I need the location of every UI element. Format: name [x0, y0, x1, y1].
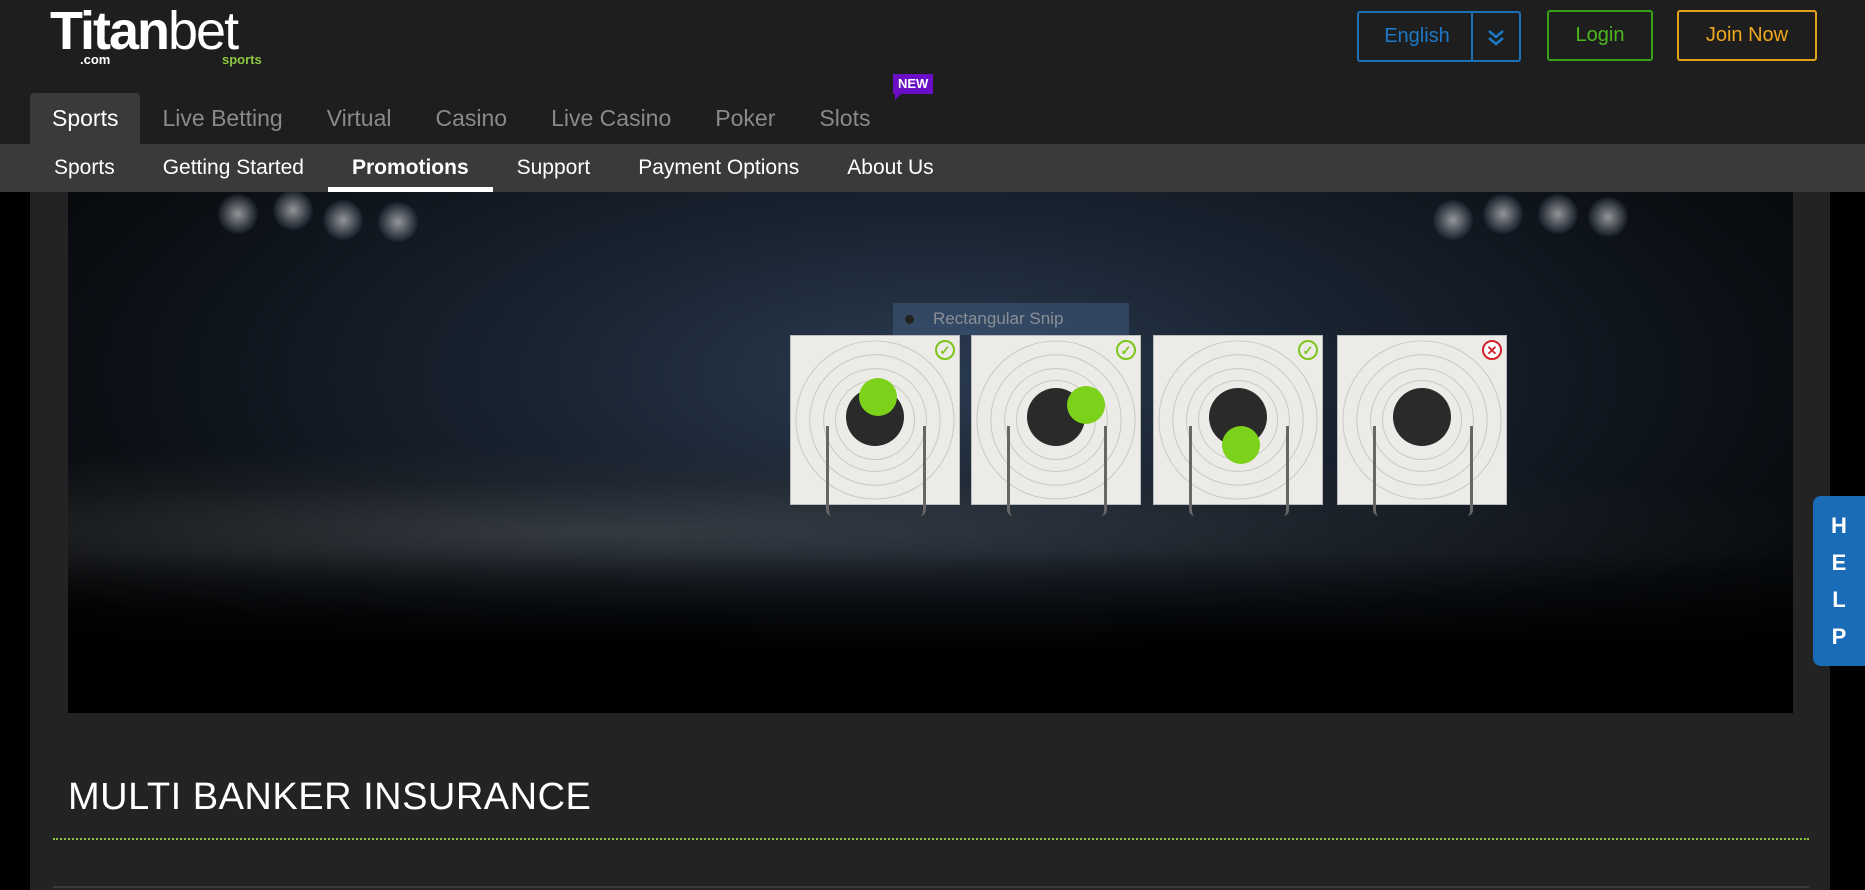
target-stand: [826, 426, 926, 516]
cross-icon: ✕: [1482, 340, 1502, 360]
new-badge: NEW: [893, 74, 934, 100]
help-button[interactable]: H E L P: [1813, 496, 1865, 666]
snip-overlay[interactable]: Rectangular Snip: [893, 303, 1129, 335]
tab-sports[interactable]: Sports: [30, 93, 141, 144]
target-baseball: ✕: [1337, 335, 1507, 516]
help-letter: H: [1831, 513, 1847, 538]
stadium-light: [218, 194, 258, 234]
logo-sports: sports: [222, 52, 262, 67]
login-button[interactable]: Login: [1547, 10, 1653, 61]
stadium-light: [378, 202, 418, 242]
banner-fade: [68, 552, 1793, 713]
help-letter: E: [1831, 550, 1847, 575]
join-now-button[interactable]: Join Now: [1677, 10, 1817, 61]
header: Titanbet .com sports English Login Join …: [0, 0, 1865, 144]
double-chevron-down-icon[interactable]: [1471, 13, 1519, 60]
target-football: ✓: [790, 335, 960, 516]
main-nav: Sports Live Betting Virtual Casino Live …: [30, 93, 893, 144]
promo-banner: ✓ ✓ ✓ ✕: [68, 192, 1793, 713]
target-stand: [1189, 426, 1289, 516]
help-letter: P: [1831, 624, 1847, 649]
help-letter: L: [1832, 587, 1846, 612]
stadium-light: [1588, 197, 1628, 237]
titanbet-logo[interactable]: Titanbet .com sports: [50, 2, 270, 70]
divider: [53, 838, 1809, 840]
subnav-sports[interactable]: Sports: [30, 144, 139, 192]
divider: [53, 886, 1809, 888]
logo-com: .com: [80, 52, 111, 67]
tab-poker[interactable]: Poker: [693, 93, 797, 144]
logo-wordmark: Titanbet: [50, 1, 239, 61]
paint-splat: [1067, 386, 1105, 424]
tab-virtual[interactable]: Virtual: [305, 93, 414, 144]
target-tennis: ✓: [1153, 335, 1323, 516]
target-stand: [1007, 426, 1107, 516]
stadium-light: [1483, 194, 1523, 234]
language-label: English: [1384, 25, 1450, 47]
snip-icon: [905, 315, 914, 324]
subnav-payment-options[interactable]: Payment Options: [614, 144, 823, 192]
tab-live-casino[interactable]: Live Casino: [529, 93, 693, 144]
check-icon: ✓: [1116, 340, 1136, 360]
subnav-promotions[interactable]: Promotions: [327, 144, 493, 192]
subnav-support[interactable]: Support: [493, 144, 615, 192]
subnav-about-us[interactable]: About Us: [823, 144, 957, 192]
language-selector[interactable]: English: [1357, 11, 1521, 62]
page-title: MULTI BANKER INSURANCE: [68, 776, 592, 818]
snip-label: Rectangular Snip: [933, 309, 1064, 328]
stadium-light: [1538, 194, 1578, 234]
stadium-light: [1433, 200, 1473, 240]
check-icon: ✓: [935, 340, 955, 360]
check-icon: ✓: [1298, 340, 1318, 360]
tab-casino[interactable]: Casino: [413, 93, 529, 144]
target-basketball: ✓: [971, 335, 1141, 516]
subnav-getting-started[interactable]: Getting Started: [139, 144, 328, 192]
sub-nav: Sports Getting Started Promotions Suppor…: [0, 144, 1865, 192]
stadium-light: [273, 192, 313, 230]
target-stand: [1373, 426, 1473, 516]
tab-slots[interactable]: Slots: [797, 93, 892, 144]
tab-live-betting[interactable]: Live Betting: [140, 93, 304, 144]
paint-splat: [859, 378, 897, 416]
stadium-light: [323, 200, 363, 240]
